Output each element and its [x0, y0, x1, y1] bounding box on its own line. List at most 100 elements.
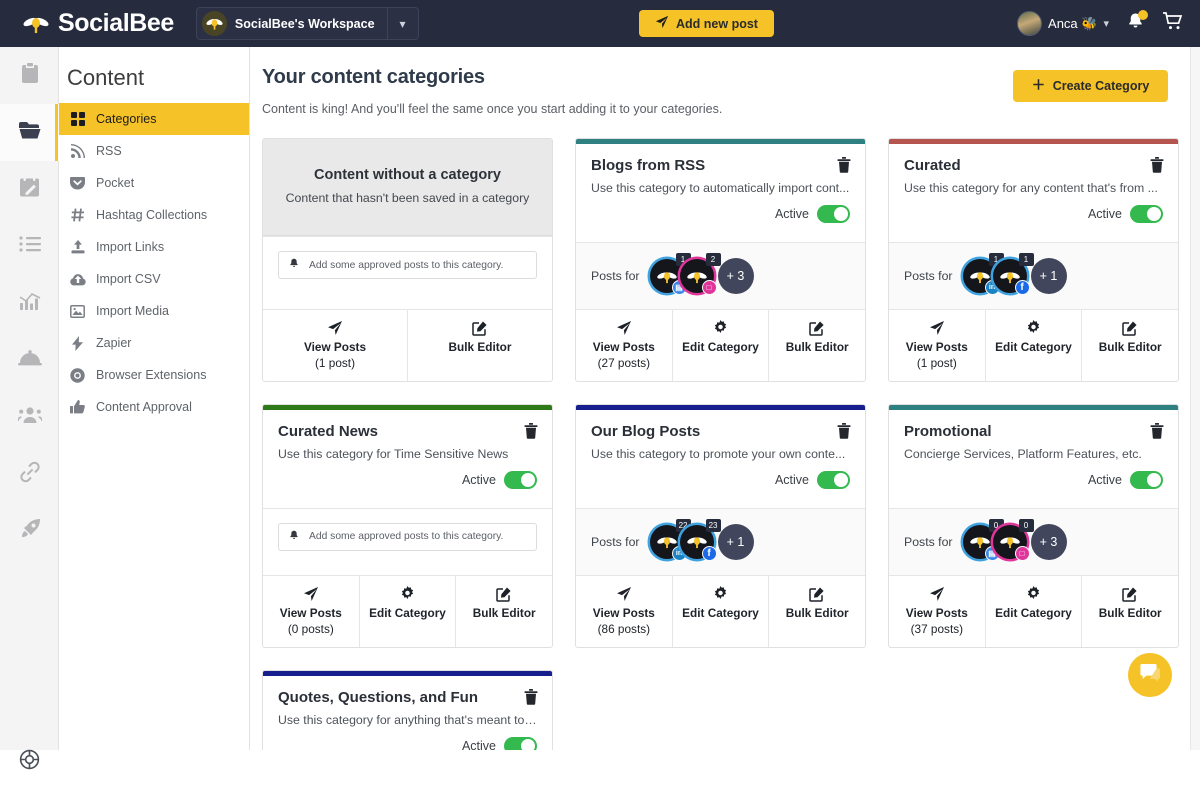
sidebar-item-browser-extensions[interactable]: Browser Extensions [59, 359, 249, 391]
chevron-down-icon[interactable]: ▾ [1103, 17, 1109, 30]
delete-category-button[interactable] [1150, 423, 1164, 444]
chevron-down-icon[interactable]: ▾ [388, 17, 418, 31]
bee-logo-icon [22, 14, 50, 34]
sidebar-item-categories[interactable]: Categories [59, 103, 249, 135]
view-posts-count: (1 post) [889, 356, 985, 370]
sidebar-item-hashtag-collections[interactable]: Hashtag Collections [59, 199, 249, 231]
category-card-uncategorized[interactable]: Content without a category Content that … [262, 138, 553, 382]
rail-item-analytics[interactable] [0, 275, 59, 332]
rail-item-links[interactable] [0, 446, 59, 503]
sidebar-item-rss[interactable]: RSS [59, 135, 249, 167]
profile-avatar[interactable]: 1 f [993, 259, 1027, 293]
edit-category-label: Edit Category [673, 340, 769, 356]
edit-category-action[interactable]: Edit Category [673, 576, 770, 647]
edit-category-label: Edit Category [986, 606, 1082, 622]
add-new-post-button[interactable]: Add new post [639, 10, 774, 37]
profile-avatar[interactable]: 2 □ [680, 259, 714, 293]
edit-category-action[interactable]: Edit Category [986, 310, 1083, 381]
rail-item-concierge[interactable] [0, 332, 59, 389]
sidebar-item-label: Import CSV [96, 272, 161, 286]
view-posts-action[interactable]: View Posts (1 post) [263, 310, 408, 381]
active-toggle[interactable] [817, 471, 850, 489]
category-card-curated[interactable]: Curated Use this category for any conten… [888, 138, 1179, 382]
active-label: Active [775, 207, 809, 221]
category-header: Curated Use this category for any conten… [889, 144, 1178, 242]
more-profiles-button[interactable]: + 3 [718, 258, 754, 294]
active-toggle[interactable] [504, 471, 537, 489]
sidebar-item-label: Hashtag Collections [96, 208, 207, 222]
rail-item-help[interactable] [0, 733, 59, 790]
bulk-editor-label: Bulk Editor [1082, 340, 1178, 356]
active-toggle[interactable] [1130, 205, 1163, 223]
sidebar-item-zapier[interactable]: Zapier [59, 327, 249, 359]
category-card-quotes-questions-and-fun[interactable]: Quotes, Questions, and Fun Use this cate… [262, 670, 553, 750]
vertical-scrollbar[interactable] [1190, 47, 1200, 750]
sidebar-item-content-approval[interactable]: Content Approval [59, 391, 249, 423]
view-posts-action[interactable]: View Posts (27 posts) [576, 310, 673, 381]
delete-category-button[interactable] [837, 423, 851, 444]
create-category-button[interactable]: Create Category [1013, 70, 1168, 102]
brand-logo-group[interactable]: SocialBee [22, 9, 174, 38]
bulk-editor-action[interactable]: Bulk Editor [408, 310, 552, 381]
edit-category-action[interactable]: Edit Category [673, 310, 770, 381]
active-toggle[interactable] [1130, 471, 1163, 489]
more-profiles-button[interactable]: + 3 [1031, 524, 1067, 560]
category-name: Quotes, Questions, and Fun [278, 689, 537, 706]
sidebar-item-import-csv[interactable]: Import CSV [59, 263, 249, 295]
category-card-curated-news[interactable]: Curated News Use this category for Time … [262, 404, 553, 648]
bulk-editor-action[interactable]: Bulk Editor [456, 576, 552, 647]
sidebar-item-import-media[interactable]: Import Media [59, 295, 249, 327]
delete-category-button[interactable] [524, 689, 538, 710]
profile-avatar[interactable]: 22 in [650, 525, 684, 559]
edit-category-action[interactable]: Edit Category [360, 576, 457, 647]
user-menu[interactable]: Anca 🐝 ▾ [1017, 11, 1109, 36]
category-name: Promotional [904, 423, 1163, 440]
add-approved-posts-hint[interactable]: Add some approved posts to this category… [278, 523, 537, 551]
delete-category-button[interactable] [1150, 157, 1164, 178]
workspace-selector[interactable]: SocialBee's Workspace ▾ [196, 7, 419, 40]
notifications-button[interactable] [1126, 12, 1145, 36]
sidebar-item-import-links[interactable]: Import Links [59, 231, 249, 263]
active-toggle[interactable] [817, 205, 850, 223]
more-profiles-button[interactable]: + 1 [1031, 258, 1067, 294]
chat-support-button[interactable] [1128, 653, 1172, 697]
delete-category-button[interactable] [524, 423, 538, 444]
view-posts-action[interactable]: View Posts (86 posts) [576, 576, 673, 647]
view-posts-action[interactable]: View Posts (0 posts) [263, 576, 360, 647]
bulk-editor-action[interactable]: Bulk Editor [769, 310, 865, 381]
profile-avatar[interactable]: 1 in [963, 259, 997, 293]
sidebar-item-label: Import Links [96, 240, 164, 254]
rail-item-content[interactable] [0, 104, 59, 161]
view-posts-action[interactable]: View Posts (37 posts) [889, 576, 986, 647]
lifebuoy-icon [19, 749, 40, 775]
notification-badge [1138, 10, 1148, 20]
more-profiles-button[interactable]: + 1 [718, 524, 754, 560]
profile-avatar[interactable]: 1 ▤ [650, 259, 684, 293]
rail-item-audience[interactable] [0, 389, 59, 446]
add-approved-posts-hint[interactable]: Add some approved posts to this category… [278, 251, 537, 279]
rail-item-queue[interactable] [0, 218, 59, 275]
brand-name: SocialBee [58, 9, 174, 38]
sidebar-item-pocket[interactable]: Pocket [59, 167, 249, 199]
category-card-our-blog-posts[interactable]: Our Blog Posts Use this category to prom… [575, 404, 866, 648]
profile-avatar[interactable]: 0 □ [993, 525, 1027, 559]
bulk-editor-action[interactable]: Bulk Editor [769, 576, 865, 647]
view-posts-action[interactable]: View Posts (1 post) [889, 310, 986, 381]
delete-category-button[interactable] [837, 157, 851, 178]
rail-item-calendar[interactable] [0, 161, 59, 218]
edit-category-action[interactable]: Edit Category [986, 576, 1083, 647]
active-toggle[interactable] [504, 737, 537, 750]
category-card-blogs-from-rss[interactable]: Blogs from RSS Use this category to auto… [575, 138, 866, 382]
bulk-editor-action[interactable]: Bulk Editor [1082, 310, 1178, 381]
profile-avatar[interactable]: 0 ▤ [963, 525, 997, 559]
category-card-promotional[interactable]: Promotional Concierge Services, Platform… [888, 404, 1179, 648]
category-description: Content that hasn't been saved in a cate… [277, 191, 538, 205]
rail-item-clipboard[interactable] [0, 47, 59, 104]
cart-button[interactable] [1162, 11, 1184, 36]
profile-avatar[interactable]: 23 f [680, 525, 714, 559]
bulk-editor-action[interactable]: Bulk Editor [1082, 576, 1178, 647]
rail-item-boost[interactable] [0, 503, 59, 560]
card-actions: View Posts (86 posts) Edit Category Bulk… [576, 575, 865, 647]
paper-plane-icon [889, 586, 985, 602]
pocket-icon [69, 176, 86, 190]
